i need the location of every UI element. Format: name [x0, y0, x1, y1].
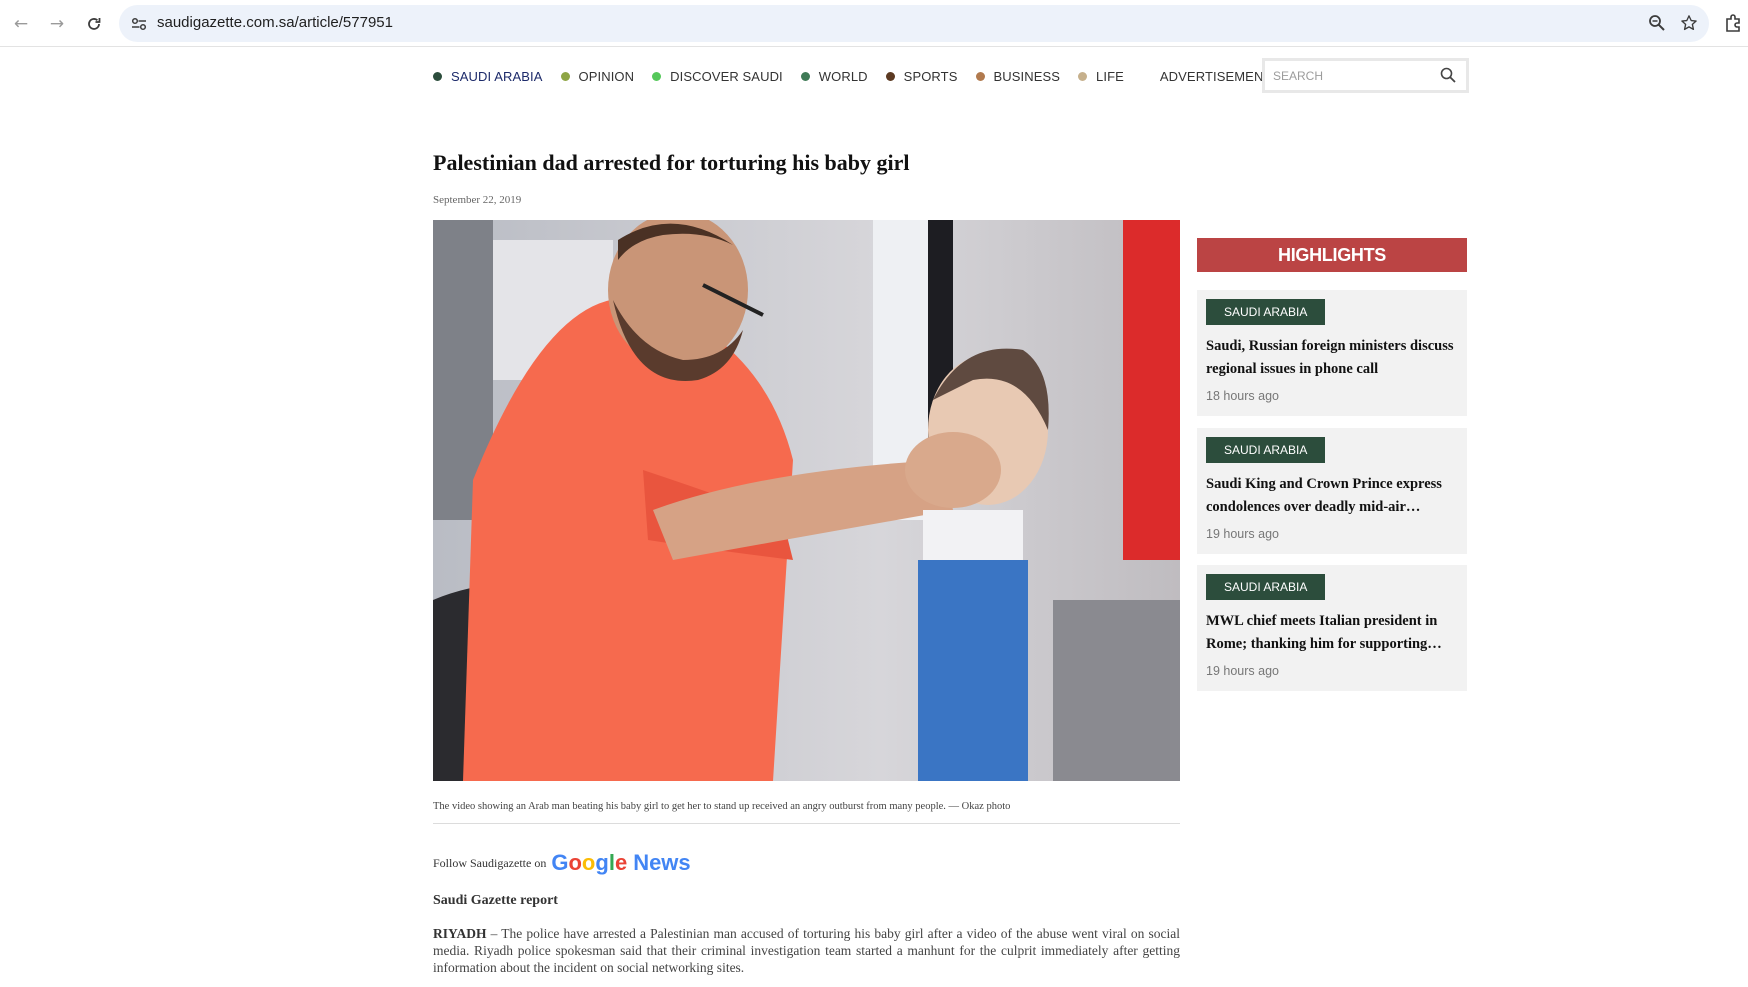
nav-label[interactable]: SPORTS	[904, 69, 958, 84]
nav-item-business[interactable]: BUSINESS	[975, 69, 1061, 84]
nav-label[interactable]: LIFE	[1096, 69, 1124, 84]
article-headline: Palestinian dad arrested for torturing h…	[433, 150, 910, 175]
article-body: RIYADH – The police have arrested a Pale…	[433, 925, 1180, 976]
address-bar[interactable]: saudigazette.com.sa/article/577951	[119, 5, 1709, 42]
highlight-title[interactable]: Saudi, Russian foreign ministers discuss…	[1206, 335, 1462, 381]
browser-toolbar: ← → saudigazette.com.sa/article/577951	[0, 0, 1748, 47]
highlight-time: 19 hours ago	[1206, 664, 1279, 678]
news-wordmark: News	[633, 850, 691, 875]
article-photo	[433, 220, 1180, 781]
google-wordmark: Google	[551, 850, 628, 875]
extensions-icon[interactable]	[1724, 13, 1746, 35]
highlight-card[interactable]: SAUDI ARABIA Saudi, Russian foreign mini…	[1197, 290, 1467, 416]
follow-google-news[interactable]: Follow Saudigazette on Google News	[433, 848, 691, 878]
article-photo-illustration	[433, 220, 1180, 781]
highlight-card[interactable]: SAUDI ARABIA MWL chief meets Italian pre…	[1197, 565, 1467, 691]
site-navigation: SAUDI ARABIA OPINION DISCOVER SAUDI WORL…	[433, 62, 1298, 90]
category-dot	[885, 71, 895, 81]
search-icon[interactable]	[1440, 67, 1458, 85]
article-body-text: – The police have arrested a Palestinian…	[433, 926, 1180, 975]
article-byline: Saudi Gazette report	[433, 893, 558, 908]
highlight-card[interactable]: SAUDI ARABIA Saudi King and Crown Prince…	[1197, 428, 1467, 554]
divider	[433, 823, 1180, 824]
nav-item-discover-saudi[interactable]: DISCOVER SAUDI	[652, 69, 783, 84]
nav-item-saudi-arabia[interactable]: SAUDI ARABIA	[433, 69, 543, 84]
zoom-icon[interactable]	[1646, 12, 1668, 34]
nav-label[interactable]: DISCOVER SAUDI	[670, 69, 783, 84]
photo-caption: The video showing an Arab man beating hi…	[433, 801, 1011, 812]
nav-item-sports[interactable]: SPORTS	[885, 69, 958, 84]
nav-item-opinion[interactable]: OPINION	[560, 69, 635, 84]
highlight-title[interactable]: Saudi King and Crown Prince express cond…	[1206, 473, 1462, 519]
highlight-time: 19 hours ago	[1206, 527, 1279, 541]
nav-label[interactable]: SAUDI ARABIA	[451, 69, 543, 84]
category-dot	[652, 71, 662, 81]
category-dot	[560, 71, 570, 81]
nav-label[interactable]: OPINION	[579, 69, 635, 84]
nav-label[interactable]: WORLD	[819, 69, 868, 84]
article-date: September 22, 2019	[433, 194, 522, 206]
back-icon[interactable]: ←	[8, 11, 34, 37]
follow-text: Follow Saudigazette on	[433, 855, 547, 870]
article-dateline: RIYADH	[433, 926, 487, 941]
nav-item-world[interactable]: WORLD	[800, 69, 868, 84]
site-search	[1262, 58, 1469, 93]
nav-item-life[interactable]: LIFE	[1078, 69, 1124, 84]
category-tag[interactable]: SAUDI ARABIA	[1206, 437, 1326, 463]
search-input[interactable]	[1273, 67, 1433, 85]
category-tag[interactable]: SAUDI ARABIA	[1206, 574, 1326, 600]
highlights-header: HIGHLIGHTS	[1197, 238, 1467, 272]
url-text[interactable]: saudigazette.com.sa/article/577951	[157, 14, 393, 31]
reload-icon[interactable]	[81, 11, 107, 37]
highlight-time: 18 hours ago	[1206, 389, 1279, 403]
nav-label[interactable]: BUSINESS	[994, 69, 1061, 84]
highlight-title[interactable]: MWL chief meets Italian president in Rom…	[1206, 610, 1462, 656]
site-settings-icon[interactable]	[129, 14, 149, 34]
forward-icon[interactable]: →	[44, 11, 70, 37]
category-tag[interactable]: SAUDI ARABIA	[1206, 299, 1326, 325]
category-dot	[1078, 71, 1088, 81]
google-news-logo[interactable]: Google News	[551, 850, 690, 876]
category-dot	[800, 71, 810, 81]
category-dot	[975, 71, 985, 81]
bookmark-star-icon[interactable]	[1678, 12, 1700, 34]
category-dot	[433, 71, 442, 81]
